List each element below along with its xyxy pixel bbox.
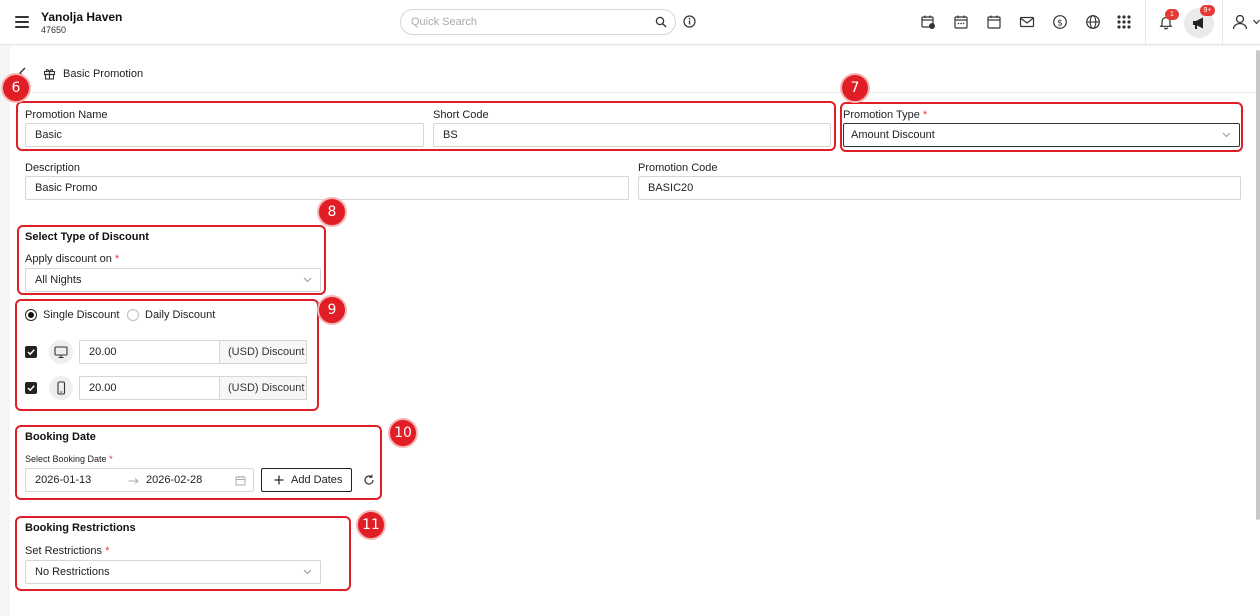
calendar-check-icon[interactable] bbox=[952, 13, 970, 31]
description-value: Basic Promo bbox=[35, 182, 98, 194]
description-input[interactable]: Basic Promo bbox=[25, 176, 629, 200]
highlight-box-promotion-identity bbox=[16, 101, 836, 151]
annotation-badge: 6 bbox=[1, 73, 31, 103]
page-title: Basic Promotion bbox=[63, 68, 144, 80]
megaphone-icon bbox=[1193, 17, 1203, 29]
vertical-scrollbar[interactable] bbox=[1256, 50, 1260, 520]
globe-icon[interactable] bbox=[1084, 13, 1102, 31]
annotation-badge: 10 bbox=[388, 418, 418, 448]
highlight-box-promotion-type bbox=[840, 102, 1243, 152]
top-bar: Yanolja Haven 47650 Quick Search $ 1 9+ bbox=[0, 0, 1260, 45]
hotel-name: Yanolja Haven bbox=[41, 10, 123, 24]
annotation-badge: 11 bbox=[356, 510, 386, 540]
mail-icon[interactable] bbox=[1018, 13, 1036, 31]
user-profile-icon[interactable] bbox=[1231, 13, 1249, 31]
hamburger-menu-icon[interactable] bbox=[15, 16, 29, 28]
promotion-code-value: BASIC20 bbox=[648, 182, 694, 194]
promotion-code-label: Promotion Code bbox=[638, 162, 718, 174]
search-icon[interactable] bbox=[655, 16, 667, 28]
info-icon[interactable] bbox=[683, 15, 696, 28]
highlight-box-discount-type bbox=[17, 225, 326, 295]
highlight-box-discount-values bbox=[15, 299, 319, 411]
search-placeholder: Quick Search bbox=[411, 16, 478, 28]
description-label: Description bbox=[25, 162, 81, 174]
page-background bbox=[0, 45, 10, 616]
apps-grid-icon[interactable] bbox=[1115, 13, 1133, 31]
hotel-id: 47650 bbox=[41, 25, 67, 35]
annotation-badge: 8 bbox=[317, 197, 347, 227]
quick-search-input[interactable]: Quick Search bbox=[400, 9, 676, 35]
toolbar-divider bbox=[1222, 0, 1223, 45]
calendar-icon[interactable] bbox=[985, 13, 1003, 31]
header-divider bbox=[10, 92, 1256, 93]
calendar-add-icon[interactable] bbox=[919, 13, 937, 31]
highlight-box-booking-date bbox=[15, 425, 382, 500]
gift-icon bbox=[43, 69, 56, 80]
notification-count-badge: 1 bbox=[1165, 9, 1179, 20]
announcements-count-badge: 9+ bbox=[1200, 5, 1215, 16]
annotation-badge: 7 bbox=[840, 73, 870, 103]
toolbar-divider bbox=[1145, 0, 1146, 45]
highlight-box-booking-restrictions bbox=[15, 516, 351, 591]
dollar-icon[interactable]: $ bbox=[1051, 13, 1069, 31]
svg-text:$: $ bbox=[1057, 19, 1063, 29]
promotion-code-input[interactable]: BASIC20 bbox=[638, 176, 1241, 200]
chevron-down-icon[interactable] bbox=[1253, 19, 1260, 25]
annotation-badge: 9 bbox=[317, 295, 347, 325]
